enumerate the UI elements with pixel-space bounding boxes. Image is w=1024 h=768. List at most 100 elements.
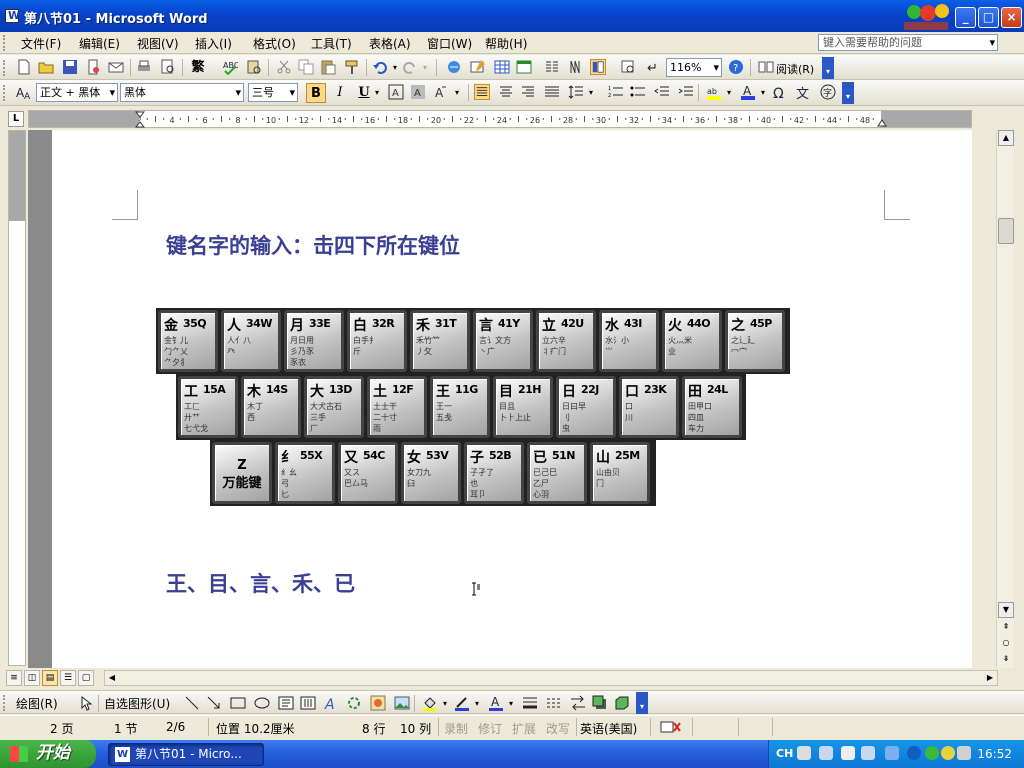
taskbar-item-word[interactable]: 第八节01 - Micro...	[108, 743, 264, 766]
title-bar[interactable]: 第八节01 - Microsoft Word _ □ ×	[0, 0, 1024, 32]
maximize-button[interactable]: □	[978, 7, 999, 28]
style-select[interactable]: 正文 + 黑体	[36, 83, 118, 102]
toolbar-options-button[interactable]: ▾	[636, 692, 648, 714]
paste-icon[interactable]	[320, 59, 336, 75]
web-view-button[interactable]: ◫	[24, 670, 40, 686]
text-box-icon[interactable]	[278, 695, 294, 711]
bold-button[interactable]: B	[306, 83, 326, 103]
diagram-icon[interactable]	[346, 695, 362, 711]
print-view-button[interactable]: ▤	[42, 670, 58, 686]
highlight-icon[interactable]: ab	[706, 84, 722, 100]
undo-dropdown[interactable]: ▾	[390, 58, 400, 78]
new-document-icon[interactable]	[16, 59, 32, 75]
first-line-indent-marker-icon[interactable]	[135, 111, 145, 128]
open-folder-icon[interactable]	[38, 59, 54, 75]
line-icon[interactable]	[184, 695, 200, 711]
traditional-chinese-button[interactable]: 繁	[188, 58, 208, 78]
menu-file[interactable]: 文件(F)	[21, 35, 61, 52]
vertical-scrollbar[interactable]: ▲ ▼ ⇞ ○ ⇟	[996, 130, 1014, 668]
status-extend[interactable]: 扩展	[512, 720, 536, 737]
hyperlink-icon[interactable]	[446, 59, 462, 75]
draw-menu-button[interactable]: 绘图(R)	[16, 695, 58, 712]
clip-art-icon[interactable]	[370, 695, 386, 711]
enclose-characters-icon[interactable]: 字	[820, 84, 836, 100]
line-color-dropdown[interactable]: ▾	[472, 694, 482, 714]
status-overtype[interactable]: 改写	[546, 720, 570, 737]
font-size-select[interactable]: 三号	[248, 83, 298, 102]
italic-button[interactable]: I	[330, 83, 350, 103]
distributed-align-icon[interactable]	[544, 84, 560, 100]
network-tray-icon[interactable]	[925, 746, 939, 760]
align-right-icon[interactable]	[520, 84, 536, 100]
cut-icon[interactable]	[276, 59, 292, 75]
menubar-grip[interactable]	[3, 35, 6, 51]
phonetic-dropdown[interactable]: ▾	[452, 83, 462, 103]
menu-tools[interactable]: 工具(T)	[311, 35, 352, 52]
align-justify-icon[interactable]	[474, 84, 490, 100]
previous-page-button[interactable]: ⇞	[998, 620, 1014, 636]
menu-format[interactable]: 格式(O)	[253, 35, 296, 52]
character-shading-icon[interactable]: A	[410, 84, 426, 100]
dash-style-icon[interactable]	[546, 695, 562, 711]
keyboard-tray-icon[interactable]	[797, 746, 811, 760]
document-area[interactable]: 键名字的输入：击四下所在键位 金 35Q 金钅儿 勹⺈乂 ⺈夕犭 人 34W 人亻八 癶 月…	[28, 130, 972, 668]
minimize-button[interactable]: _	[955, 7, 976, 28]
document-page[interactable]: 键名字的输入：击四下所在键位 金 35Q 金钅儿 勹⺈乂 ⺈夕犭 人 34W 人亻八 癶 月…	[52, 130, 972, 668]
phonetic-guide-icon[interactable]: A	[434, 84, 450, 100]
paragraph-marks-icon[interactable]: ↵	[644, 59, 660, 75]
print-icon[interactable]	[136, 59, 152, 75]
wordart-icon[interactable]: A	[324, 695, 340, 711]
select-objects-icon[interactable]	[78, 695, 94, 711]
input-language-indicator[interactable]: CH	[776, 747, 793, 760]
line-spacing-dropdown[interactable]: ▾	[586, 83, 596, 103]
right-indent-marker-icon[interactable]	[877, 115, 887, 127]
normal-view-button[interactable]: ≡	[6, 670, 22, 686]
fill-color-dropdown[interactable]: ▾	[440, 694, 450, 714]
start-button[interactable]: 开始	[0, 740, 96, 768]
vertical-text-box-icon[interactable]	[300, 695, 316, 711]
menu-help[interactable]: 帮助(H)	[485, 35, 527, 52]
toolbar-options-button[interactable]: ▾	[822, 57, 834, 79]
ime-tray-icon[interactable]	[841, 746, 855, 760]
toolbar-grip[interactable]	[3, 60, 6, 76]
line-color-icon[interactable]	[454, 695, 470, 711]
drawing-icon[interactable]	[568, 59, 584, 75]
scroll-right-button[interactable]: ▶	[983, 671, 997, 685]
help-icon[interactable]: ?	[728, 59, 744, 75]
arrow-icon[interactable]	[206, 695, 222, 711]
menu-window[interactable]: 窗口(W)	[427, 35, 472, 52]
redo-dropdown[interactable]: ▾	[420, 58, 430, 78]
3d-style-icon[interactable]	[614, 695, 630, 711]
horizontal-ruler[interactable]: 4224681012141618202224262830323436384042…	[28, 110, 972, 128]
highlight-dropdown[interactable]: ▾	[724, 83, 734, 103]
outline-view-button[interactable]: ☰	[60, 670, 76, 686]
word-app-icon[interactable]	[5, 9, 20, 23]
pen-tray-icon[interactable]	[861, 746, 875, 760]
increase-indent-icon[interactable]	[678, 84, 694, 100]
underline-dropdown[interactable]: ▾	[372, 83, 382, 103]
scroll-thumb[interactable]	[998, 218, 1014, 244]
save-icon[interactable]	[62, 59, 78, 75]
help-tray-icon[interactable]	[885, 746, 899, 760]
read-layout-icon[interactable]	[758, 59, 774, 75]
menu-edit[interactable]: 编辑(E)	[79, 35, 120, 52]
read-button[interactable]: 阅读(R)	[776, 61, 814, 77]
tools-tray-icon[interactable]	[819, 746, 833, 760]
columns-icon[interactable]	[544, 59, 560, 75]
scroll-left-button[interactable]: ◀	[105, 671, 119, 685]
decrease-indent-icon[interactable]	[654, 84, 670, 100]
zoom-select[interactable]: 116%	[666, 58, 722, 77]
bullets-icon[interactable]	[630, 84, 646, 100]
email-icon[interactable]	[108, 59, 124, 75]
font-color-dropdown[interactable]: ▾	[506, 694, 516, 714]
spelling-icon[interactable]: ABC	[222, 59, 238, 75]
font-color-dropdown[interactable]: ▾	[758, 83, 768, 103]
align-center-icon[interactable]	[498, 84, 514, 100]
horizontal-scrollbar[interactable]: ◀ ▶	[104, 670, 998, 686]
styles-formatting-icon[interactable]: AA	[16, 84, 32, 100]
redo-icon[interactable]	[402, 59, 418, 75]
fill-color-icon[interactable]	[422, 695, 438, 711]
show-hide-icon[interactable]	[620, 59, 636, 75]
select-browse-object-button[interactable]: ○	[998, 636, 1014, 652]
format-painter-icon[interactable]	[344, 59, 360, 75]
